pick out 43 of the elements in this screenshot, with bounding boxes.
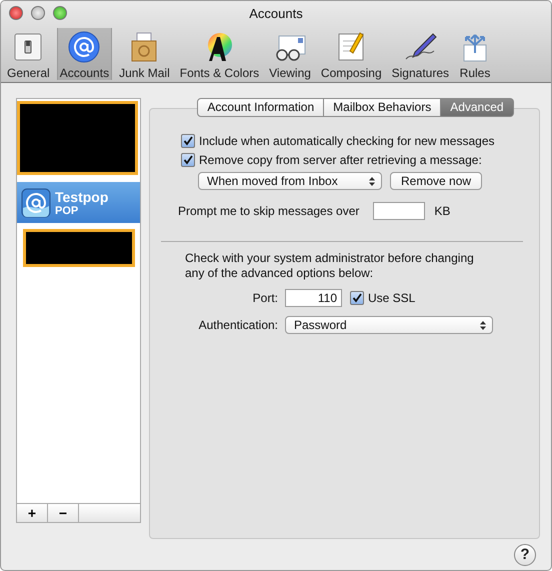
unit-label: KB: [434, 204, 450, 218]
checkbox-label: Remove copy from server after retrieving a message:: [199, 153, 482, 167]
add-button[interactable]: +: [17, 504, 48, 522]
toolbar-item[interactable]: Accounts: [56, 28, 112, 80]
authentication-popup[interactable]: Password: [285, 316, 493, 334]
toolbar-item[interactable]: Junk Mail: [116, 28, 173, 80]
authentication-label: Authentication:: [198, 318, 278, 332]
tab[interactable]: Account Information: [197, 98, 324, 117]
zoom-button[interactable]: [53, 6, 67, 20]
skip-label: Prompt me to skip messages over: [178, 204, 360, 218]
list-footer: [79, 504, 140, 522]
close-button[interactable]: [9, 6, 23, 20]
port-field[interactable]: 110: [285, 289, 342, 307]
stepper-arrows-icon: [369, 176, 375, 186]
at-sign-icon: [68, 31, 100, 63]
notice-text: Check with your system administrator before changing any of the advanced options below:: [184, 251, 475, 281]
checkbox-label: Include when automatically checking for new messages: [199, 134, 494, 148]
tab[interactable]: Mailbox Behaviors: [324, 98, 442, 117]
toolbar-item[interactable]: Signatures: [388, 28, 452, 80]
port-label: Port:: [252, 291, 278, 305]
account-name: Testpop: [55, 188, 108, 204]
remove-now-button[interactable]: Remove now: [390, 172, 482, 190]
toolbar-item[interactable]: Viewing: [266, 28, 314, 80]
remove-when-popup[interactable]: When moved from Inbox: [198, 172, 382, 190]
checkbox[interactable]: [181, 153, 195, 167]
toolbar-item[interactable]: Fonts & Colors: [176, 28, 262, 80]
checkbox[interactable]: [350, 291, 364, 305]
notepad-pencil-icon: [336, 31, 366, 63]
checkbox[interactable]: [181, 134, 195, 148]
checkbox-label: Use SSL: [368, 291, 416, 305]
help-button[interactable]: ?: [514, 544, 536, 566]
toolbar-item[interactable]: Rules: [456, 28, 494, 80]
stepper-arrows-icon: [480, 320, 486, 330]
toolbar-item[interactable]: Composing: [318, 28, 385, 80]
skip-size-field[interactable]: [373, 202, 426, 220]
window-title: Accounts: [249, 6, 303, 20]
minimize-button[interactable]: [31, 6, 45, 20]
tab[interactable]: Advanced: [441, 98, 514, 117]
at-sign-icon: [21, 188, 51, 218]
toolbar-item[interactable]: General: [4, 28, 53, 80]
remove-button[interactable]: −: [48, 504, 79, 522]
switch-icon: [13, 32, 44, 62]
account-type: POP: [55, 204, 78, 216]
